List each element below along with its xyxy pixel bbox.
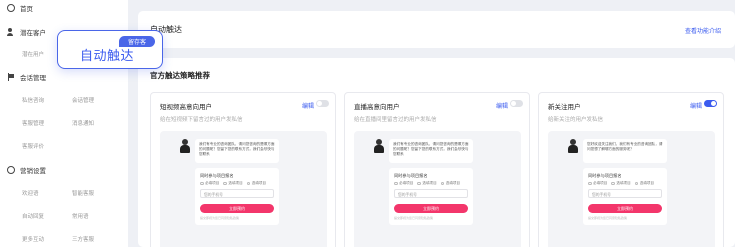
option-item: 选填项目 xyxy=(417,181,437,186)
callout-label: 自动触达 xyxy=(80,49,135,64)
home-icon xyxy=(7,4,15,12)
option-item: 选填项目 xyxy=(223,181,243,186)
section-title: 官方触达策略推荐 xyxy=(150,71,210,80)
phone-input: 您的手机号 xyxy=(588,189,662,198)
sidebar-item-home[interactable]: 首页 xyxy=(7,3,33,13)
form-note: 提交即视为您已同意隐私政策 xyxy=(588,216,628,220)
sidebar-item-leads[interactable]: 潜在客户 xyxy=(7,27,46,37)
sub-item-smart-service[interactable]: 智能客服 xyxy=(72,189,94,197)
submit-button: 立即预约 xyxy=(588,204,662,213)
feature-intro-link[interactable]: 查看功能介绍 xyxy=(685,26,721,35)
edit-link[interactable]: 编辑 xyxy=(690,101,702,110)
sidebar-item-label: 潜在客户 xyxy=(20,29,46,37)
option-item: 必填项目 xyxy=(588,181,607,186)
strategy-panel-new-followers: 新关注用户 编辑 给新关注的用户发私信 您好欢迎关注我们，我们有专业的咨询团队，… xyxy=(538,92,724,247)
sub-item-common-phrases[interactable]: 常用语 xyxy=(72,212,89,220)
sub-item-agent-management[interactable]: 客服管理 xyxy=(22,119,44,127)
sub-item-notifications[interactable]: 消息通知 xyxy=(72,119,94,127)
message-bubble: 您好欢迎关注我们，我们有专业的咨询团队，请问您想了解哪方面的服务呢？ xyxy=(583,139,667,163)
message-bubble: 我们有专业的咨询团队，请问您咨询的是哪方面的问题呢？您留下您的联系方式，我们会尽… xyxy=(389,139,473,163)
option-group: 必填项目 选填项目 选填项目 xyxy=(588,181,654,186)
edit-link[interactable]: 编辑 xyxy=(302,101,314,110)
edit-link[interactable]: 编辑 xyxy=(496,101,508,110)
panel-description: 给新关注的用户发私信 xyxy=(548,117,604,123)
sidebar-item-label: 会话管理 xyxy=(20,74,46,82)
form-note: 提交即视为您已同意隐私政策 xyxy=(394,216,434,220)
panel-description: 给在直播间里留言过的用户发私信 xyxy=(354,117,437,123)
form-title: 同时参与项目报名 xyxy=(200,173,234,178)
sub-item-third-party-service[interactable]: 三方客服 xyxy=(72,235,94,243)
message-preview: 我们有专业的咨询团队，请问您咨询的是哪方面的问题呢？您留下您的联系方式，我们会尽… xyxy=(160,131,327,247)
status-badge: 留存客 xyxy=(119,36,155,47)
option-item: 选填项目 xyxy=(246,181,266,186)
phone-input: 您的手机号 xyxy=(200,189,274,198)
strategy-card: 官方触达策略推荐 短视频高意向用户 编辑 给在短视频下留言过的用户发私信 我们有… xyxy=(138,58,735,247)
sidebar-item-sessions[interactable]: 会话管理 xyxy=(7,72,46,82)
message-preview: 您好欢迎关注我们，我们有专业的咨询团队，请问您想了解哪方面的服务呢？ 同时参与项… xyxy=(548,131,715,247)
sidebar-item-label: 营销设置 xyxy=(20,167,46,175)
sidebar-item-label: 首页 xyxy=(20,5,33,13)
avatar xyxy=(374,139,384,153)
page: 首页 潜在客户 潜在用户 会话管理 私信咨询 会话管理 客服管理 消息通知 客服… xyxy=(0,0,735,247)
sub-item-welcome[interactable]: 欢迎语 xyxy=(22,189,39,197)
option-item: 选填项目 xyxy=(611,181,631,186)
strategy-panel-live: 直播高意向用户 编辑 给在直播间里留言过的用户发私信 我们有专业的咨询团队，请问… xyxy=(344,92,530,247)
flag-icon xyxy=(7,73,15,81)
option-group: 必填项目 选填项目 选填项目 xyxy=(394,181,460,186)
settings-circle-icon xyxy=(7,166,15,174)
form-note: 提交即视为您已同意隐私政策 xyxy=(200,216,240,220)
enable-toggle[interactable] xyxy=(510,100,523,107)
submit-button: 立即预约 xyxy=(200,204,274,213)
message-preview: 我们有专业的咨询团队，请问您咨询的是哪方面的问题呢？您留下您的联系方式，我们会尽… xyxy=(354,131,521,247)
phone-input: 您的手机号 xyxy=(394,189,468,198)
message-bubble: 我们有专业的咨询团队，请问您咨询的是哪方面的问题呢？您留下您的联系方式，我们会尽… xyxy=(195,139,279,163)
sidebar-item-marketing[interactable]: 营销设置 xyxy=(7,165,46,175)
option-item: 选填项目 xyxy=(634,181,654,186)
panel-description: 给在短视频下留言过的用户发私信 xyxy=(160,117,243,123)
header-card: 自动触达 查看功能介绍 xyxy=(138,11,735,48)
option-group: 必填项目 选填项目 选填项目 xyxy=(200,181,266,186)
signup-form-card: 同时参与项目报名 必填项目 选填项目 选填项目 您的手机号 立即预约 提交即视为… xyxy=(195,168,279,225)
sub-item-session-management[interactable]: 会话管理 xyxy=(72,96,94,104)
signup-form-card: 同时参与项目报名 必填项目 选填项目 选填项目 您的手机号 立即预约 提交即视为… xyxy=(389,168,473,225)
sub-item-auto-reply[interactable]: 自动回复 xyxy=(22,212,44,220)
signup-form-card: 同时参与项目报名 必填项目 选填项目 选填项目 您的手机号 立即预约 提交即视为… xyxy=(583,168,667,225)
sub-item-private-messages[interactable]: 私信咨询 xyxy=(22,96,44,104)
enable-toggle[interactable] xyxy=(704,100,717,107)
form-title: 同时参与项目报名 xyxy=(394,173,428,178)
avatar xyxy=(568,139,578,153)
enable-toggle[interactable] xyxy=(316,100,329,107)
sub-item-more-interaction[interactable]: 更多互动 xyxy=(22,235,44,243)
option-item: 必填项目 xyxy=(200,181,219,186)
avatar xyxy=(180,139,190,153)
panel-title: 新关注用户 xyxy=(548,103,581,111)
strategy-panel-short-video: 短视频高意向用户 编辑 给在短视频下留言过的用户发私信 我们有专业的咨询团队，请… xyxy=(150,92,336,247)
sub-item-ratings[interactable]: 客服评价 xyxy=(22,142,44,150)
panel-title: 短视频高意向用户 xyxy=(160,103,212,111)
option-item: 选填项目 xyxy=(440,181,460,186)
form-title: 同时参与项目报名 xyxy=(588,173,622,178)
option-item: 必填项目 xyxy=(394,181,413,186)
users-icon xyxy=(7,28,15,36)
sub-item-potential-users[interactable]: 潜在用户 xyxy=(22,50,44,58)
panel-title: 直播高意向用户 xyxy=(354,103,400,111)
submit-button: 立即预约 xyxy=(394,204,468,213)
